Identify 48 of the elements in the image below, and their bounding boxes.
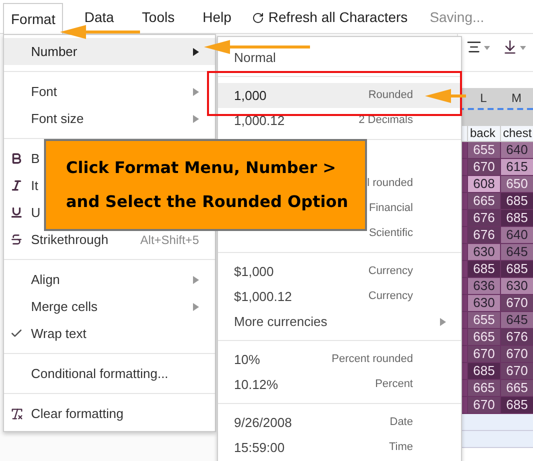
table-cell: chest: [500, 126, 533, 141]
table-cell: 640: [500, 227, 533, 244]
callout-text: Click Format Menu, Number >: [66, 157, 338, 179]
format-label: Time: [388, 440, 413, 456]
table-cell: 670: [500, 295, 533, 312]
table-cell: 645: [500, 312, 533, 329]
table-cell: 655: [467, 142, 500, 159]
table-cell: 650: [500, 176, 533, 193]
table-cell: back: [467, 126, 500, 141]
table-cell: 670: [500, 363, 533, 380]
table-cell: 670: [467, 397, 500, 414]
table-cell: 685: [500, 210, 533, 227]
table-cell: 670: [467, 159, 500, 176]
format-label: Percent rounded: [332, 352, 413, 368]
format-label: Currency: [368, 264, 413, 280]
table-cell: 636: [467, 278, 500, 295]
table-cell: 665: [467, 193, 500, 210]
table-cell: 630: [467, 295, 500, 312]
table-cell: 630: [500, 278, 533, 295]
format-label: Financial: [368, 201, 413, 216]
table-cell: 670: [467, 346, 500, 363]
table-cell: 670: [500, 346, 533, 363]
format-label: Currency: [368, 289, 413, 304]
table-cell: 665: [500, 380, 533, 397]
format-label: Percent: [375, 377, 413, 392]
table-cell: 685: [500, 261, 533, 278]
table-cell: 676: [500, 329, 533, 346]
format-label: Scientific: [368, 226, 413, 242]
shortcut-label: Alt+Shift+5: [140, 232, 199, 248]
table-cell: 645: [500, 244, 533, 261]
format-label: Rounded: [368, 88, 413, 104]
table-cell: 685: [467, 363, 500, 380]
table-cell: 685: [467, 261, 500, 278]
table-cell: 676: [467, 210, 500, 227]
table-cell: 665: [467, 329, 500, 346]
format-label: l rounded: [367, 176, 413, 192]
table-cell: 640: [500, 142, 533, 159]
saving-status: Saving...: [430, 8, 484, 27]
format-label: Date: [390, 415, 413, 430]
table-cell: 630: [467, 244, 500, 261]
table-cell: 665: [467, 380, 500, 397]
table-cell: 685: [500, 193, 533, 210]
table-cell: 608: [467, 176, 500, 193]
table-cell: 615: [500, 159, 533, 176]
table-cell: 655: [467, 312, 500, 329]
table-cell: 676: [467, 227, 500, 244]
table-cell: 685: [500, 397, 533, 414]
callout-text: and Select the Rounded Option: [66, 191, 350, 213]
